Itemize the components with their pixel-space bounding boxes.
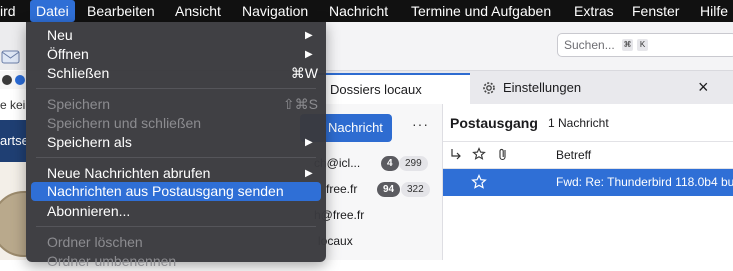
unread-count-badge: 4 [381,156,399,171]
menu-item-label: Abonnieren... [47,203,131,219]
menubar-item-ansicht[interactable]: Ansicht [175,0,221,22]
menu-item-speichern-und-schliessen: Speichern und schließen [26,114,326,133]
new-message-label: Nachricht [328,120,383,135]
menu-item-label: Speichern als [47,134,132,150]
menubar-item-extras[interactable]: Extras [574,0,614,22]
menu-item-label: Nachrichten aus Postausgang senden [47,183,284,199]
menu-item-label: Neu [47,27,73,43]
menu-item-label: Schließen [47,65,110,81]
menu-item-ordner-umbenennen: Ordner umbenennen [26,252,326,271]
menu-item-ordner-loeschen: Ordner löschen [26,233,326,252]
shortcut-key-cmd: ⌘ [622,39,633,51]
menubar-item-datei[interactable]: Datei [30,0,75,22]
attachment-icon[interactable] [496,147,510,161]
submenu-arrow-icon: ▶ [305,49,313,60]
column-subject[interactable]: Betreff [556,148,591,162]
unread-count-badge: 94 [377,182,401,197]
message-subject: Fwd: Re: Thunderbird 118.0b4 buil [556,175,733,189]
close-tab-icon[interactable]: × [698,77,709,98]
coin-image [0,191,26,257]
submenu-arrow-icon: ▶ [305,137,313,148]
tab-label: Einstellungen [503,80,582,95]
star-column-icon[interactable] [472,147,486,161]
total-count-badge: 299 [399,156,428,171]
apple-icon [2,75,25,85]
menu-item-label: Öffnen [47,46,89,62]
search-placeholder: Suchen... [564,38,615,52]
menu-item-abonnieren[interactable]: Abonnieren... [26,202,326,221]
message-count: 1 Nachricht [548,116,609,130]
tab-label: Dossiers locaux [330,82,422,97]
menu-item-label: Ordner umbenennen [47,253,177,269]
menu-shortcut: ⇧⌘S [282,96,318,112]
tab-einstellungen[interactable]: Einstellungen × [472,73,733,104]
menu-item-postausgang-senden[interactable]: Nachrichten aus Postausgang senden [31,182,321,201]
background-text-2: artse [0,120,26,162]
menubar-item-bearbeiten[interactable]: Bearbeiten [87,0,155,22]
menu-separator [36,88,316,89]
folder-title: Postausgang [450,115,538,131]
menubar-item-termine[interactable]: Termine und Aufgaben [411,0,551,22]
menu-separator [36,226,316,227]
account-label: free.fr [326,182,358,196]
gear-icon [483,82,495,94]
message-row-selected[interactable]: Fwd: Re: Thunderbird 118.0b4 buil [443,169,733,196]
menu-item-oeffnen[interactable]: Öffnen ▶ [26,45,326,64]
app-name-fragment[interactable]: ird [0,0,16,22]
submenu-arrow-icon: ▶ [305,30,313,41]
menu-item-neue-nachrichten-abrufen[interactable]: Neue Nachrichten abrufen ▶ [26,164,326,183]
shortcut-key-k: K [637,39,648,51]
menubar-item-fenster[interactable]: Fenster [632,0,679,22]
background-window-strip: e kein artse [0,22,26,260]
submenu-arrow-icon: ▶ [305,168,313,179]
menubar-item-navigation[interactable]: Navigation [242,0,308,22]
menu-item-neu[interactable]: Neu ▶ [26,26,326,45]
background-text-1: e kein [0,90,26,120]
menu-shortcut: ⌘W [290,65,318,81]
menu-item-label: Ordner löschen [47,234,143,250]
search-input[interactable]: Suchen... ⌘ K [557,33,733,57]
file-menu: Neu ▶ Öffnen ▶ Schließen ⌘W Speichern ⇧⌘… [26,22,326,269]
menubar-item-hilfe[interactable]: Hilfe [700,0,728,22]
total-count-badge: 322 [401,182,430,197]
menubar-item-nachricht[interactable]: Nachricht [329,0,388,22]
menu-item-label: Neue Nachrichten abrufen [47,165,211,181]
thread-icon[interactable] [449,147,463,161]
menu-item-speichern: Speichern ⇧⌘S [26,95,326,114]
more-options-button[interactable]: ··· [412,116,429,132]
macos-menubar: ird Datei Bearbeiten Ansicht Navigation … [0,0,733,22]
mail-icon [1,50,20,64]
menu-item-label: Speichern und schließen [47,115,202,131]
menu-item-speichern-als[interactable]: Speichern als ▶ [26,133,326,152]
menu-item-schliessen[interactable]: Schließen ⌘W [26,64,326,83]
menu-separator [36,157,316,158]
star-icon[interactable] [471,174,487,190]
menu-item-label: Speichern [47,96,111,112]
